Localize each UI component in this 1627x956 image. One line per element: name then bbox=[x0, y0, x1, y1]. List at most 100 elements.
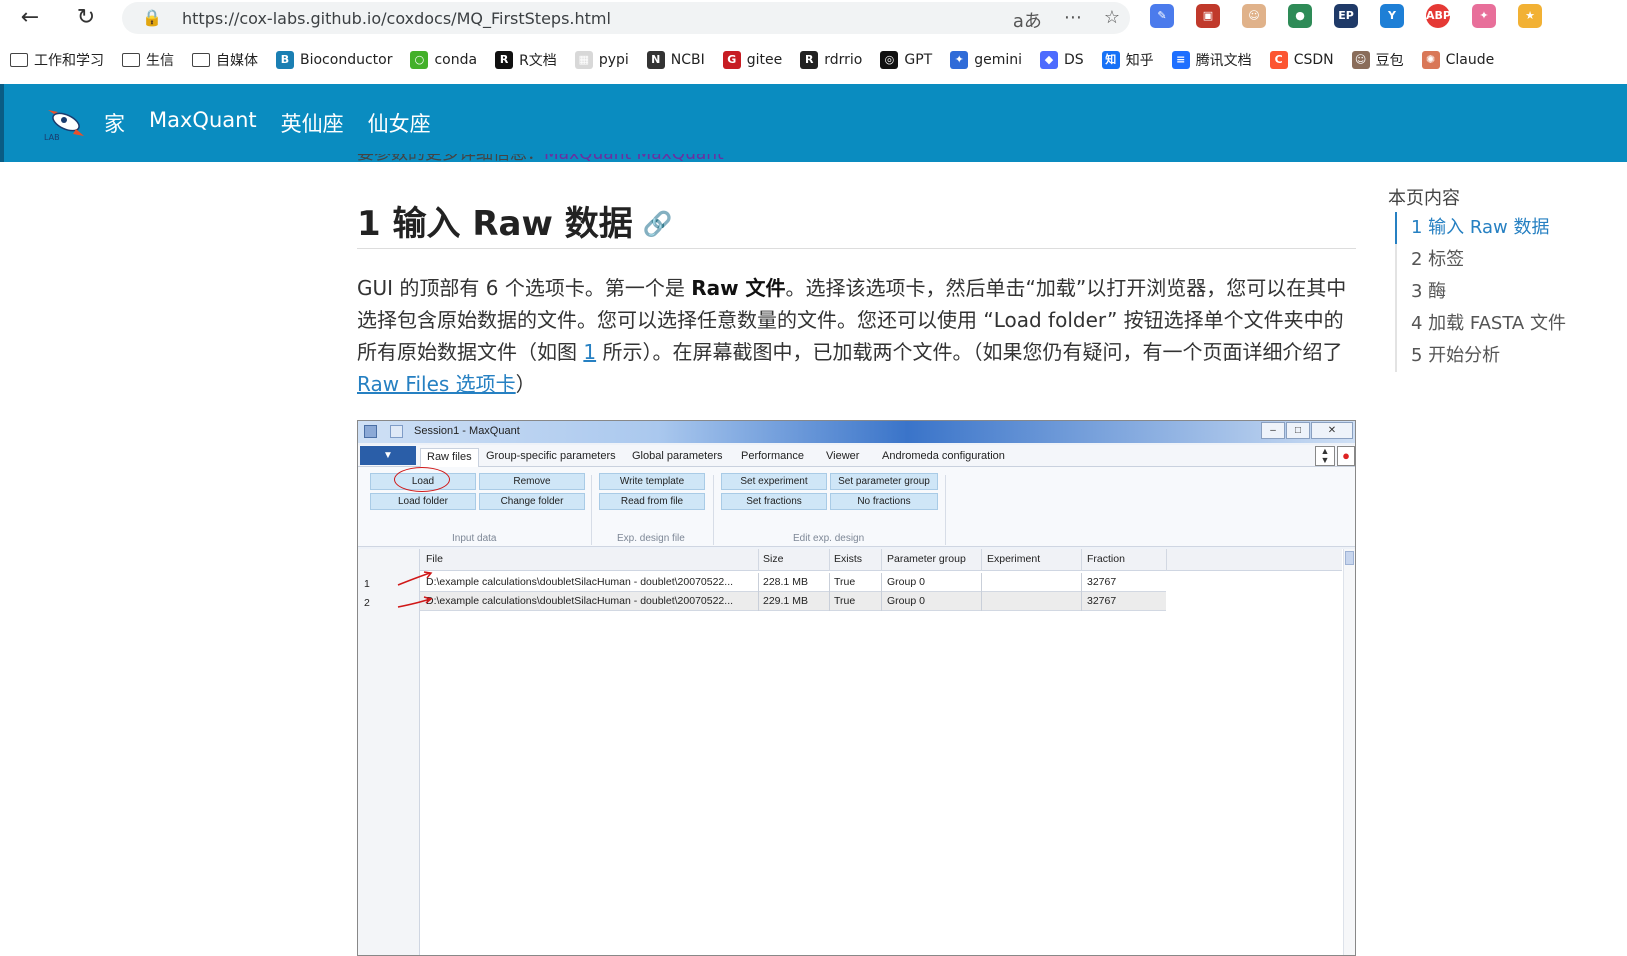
extension-icon[interactable]: EP bbox=[1334, 4, 1358, 28]
previous-line-link[interactable]: MaxQuant MaxQuant bbox=[544, 154, 724, 164]
bookmark-item[interactable]: ◆ DS bbox=[1040, 51, 1084, 69]
mq-col-separator bbox=[829, 549, 830, 571]
url-text[interactable]: https://cox-labs.github.io/coxdocs/MQ_Fi… bbox=[182, 9, 611, 28]
bookmark-item[interactable]: R R文档 bbox=[495, 50, 557, 70]
bookmark-label: Bioconductor bbox=[300, 52, 393, 68]
previous-line-cutoff: 要参数的更多详细信息：MaxQuant MaxQuant bbox=[357, 154, 724, 164]
nav-andromeda[interactable]: 仙女座 bbox=[368, 108, 431, 138]
translate-icon[interactable]: aあ bbox=[1013, 7, 1042, 33]
toc-item-start[interactable]: 5 开始分析 bbox=[1397, 340, 1566, 372]
toc-item-raw-data[interactable]: 1 输入 Raw 数据 bbox=[1397, 212, 1566, 244]
mq-group-input-data: Input data bbox=[452, 533, 497, 544]
bioconductor-icon: B bbox=[276, 51, 294, 69]
mq-group-edit-exp-design: Edit exp. design bbox=[793, 533, 865, 544]
bookmark-item[interactable]: N NCBI bbox=[646, 51, 705, 69]
bookmark-item[interactable]: C CSDN bbox=[1269, 51, 1334, 69]
star-icon[interactable]: ☆ bbox=[1104, 7, 1120, 33]
bookmark-item[interactable]: 自媒体 bbox=[192, 50, 258, 70]
extension-icon[interactable]: ☺ bbox=[1242, 4, 1266, 28]
mq-tab-andromeda: Andromeda configuration bbox=[882, 450, 1005, 462]
more-icon[interactable]: ⋯ bbox=[1064, 7, 1082, 33]
toc-item-enzyme[interactable]: 3 酶 bbox=[1397, 276, 1566, 308]
r-icon: R bbox=[495, 51, 514, 69]
bookmark-item[interactable]: ≡ 腾讯文档 bbox=[1171, 50, 1252, 70]
extension-icon[interactable]: ★ bbox=[1518, 4, 1542, 28]
toc-title: 本页内容 bbox=[1388, 188, 1460, 209]
figure-link[interactable]: 1 bbox=[583, 340, 596, 364]
mq-cell-group: Group 0 bbox=[887, 595, 925, 607]
bookmark-item[interactable]: 生信 bbox=[122, 50, 174, 70]
mq-raw-files-table: File Size Exists Parameter group Experim… bbox=[358, 549, 1355, 955]
lab-rocket-logo[interactable]: LAB bbox=[42, 106, 84, 142]
extension-icon[interactable]: ✦ bbox=[1472, 4, 1496, 28]
reload-icon[interactable]: ↻ bbox=[72, 4, 100, 32]
bookmark-item[interactable]: 知知乎 bbox=[1101, 50, 1154, 70]
address-bar[interactable]: 🔒 https://cox-labs.github.io/coxdocs/MQ_… bbox=[122, 2, 1130, 34]
link-icon[interactable]: 🔗 bbox=[643, 210, 673, 238]
mq-set-parameter-group-button: Set parameter group bbox=[830, 473, 938, 490]
bookmark-item[interactable]: ○ conda bbox=[410, 51, 477, 69]
close-icon: ✕ bbox=[1311, 422, 1353, 439]
red-annotation-circle bbox=[394, 467, 450, 492]
bookmark-item[interactable]: ✦ gemini bbox=[950, 51, 1022, 69]
mq-cell-size: 229.1 MB bbox=[763, 595, 808, 607]
gemini-icon: ✦ bbox=[950, 51, 969, 69]
bookmark-item[interactable]: ◎ GPT bbox=[880, 51, 932, 69]
bookmark-item[interactable]: Ggitee bbox=[722, 51, 782, 69]
mq-cell-exists: True bbox=[834, 576, 856, 588]
extension-icon[interactable]: ▣ bbox=[1196, 4, 1220, 28]
bookmark-label: conda bbox=[434, 52, 478, 68]
toc-active-marker bbox=[1395, 212, 1397, 244]
tencent-docs-icon: ≡ bbox=[1171, 51, 1190, 69]
maxquant-screenshot: Session1 - MaxQuant – □ ✕ ▼ Raw files Gr… bbox=[357, 420, 1356, 956]
bookmark-item[interactable]: Rrdrrio bbox=[800, 51, 862, 69]
red-annotation-arrow bbox=[397, 571, 433, 586]
bookmark-item[interactable]: ▦ pypi bbox=[574, 51, 629, 69]
red-annotation-arrow bbox=[397, 596, 433, 608]
mq-col-exists: Exists bbox=[834, 553, 863, 565]
mq-col-separator bbox=[1166, 549, 1167, 571]
mq-row-number: 1 bbox=[364, 578, 370, 590]
section-heading: 1 输入 Raw 数据 🔗 bbox=[357, 196, 673, 245]
mq-tab-viewer: Viewer bbox=[826, 450, 860, 462]
bookmark-item[interactable]: ✺ Claude bbox=[1421, 51, 1494, 69]
extension-icon[interactable]: ● bbox=[1288, 4, 1312, 28]
mq-cell-separator bbox=[758, 573, 759, 592]
nav-perseus[interactable]: 英仙座 bbox=[281, 108, 344, 138]
raw-files-tab-link[interactable]: Raw Files 选项卡 bbox=[357, 372, 516, 396]
ncbi-icon: N bbox=[646, 51, 665, 69]
bookmark-label: 自媒体 bbox=[216, 53, 258, 69]
lock-icon: 🔒 bbox=[142, 8, 162, 27]
bookmark-item[interactable]: 工作和学习 bbox=[10, 50, 104, 70]
nav-maxquant[interactable]: MaxQuant bbox=[149, 108, 257, 138]
mq-col-size: Size bbox=[763, 553, 784, 565]
bookmark-label: 腾讯文档 bbox=[1195, 53, 1252, 69]
toc-item-labels[interactable]: 2 标签 bbox=[1397, 244, 1566, 276]
mq-window-title: Session1 - MaxQuant bbox=[414, 425, 520, 437]
extension-icon[interactable]: ✎ bbox=[1150, 4, 1174, 28]
mq-col-parameter-group: Parameter group bbox=[887, 553, 966, 565]
zhihu-icon: 知 bbox=[1101, 51, 1120, 69]
logo-text: LAB bbox=[44, 133, 60, 142]
mq-cell-size: 228.1 MB bbox=[763, 576, 808, 588]
mq-no-fractions-button: No fractions bbox=[830, 493, 938, 510]
mq-col-fraction: Fraction bbox=[1087, 553, 1125, 565]
nav-home[interactable]: 家 bbox=[104, 108, 125, 138]
bookmark-item[interactable]: ☺ 豆包 bbox=[1351, 50, 1404, 70]
minimize-icon: – bbox=[1261, 422, 1285, 439]
mq-set-fractions-button: Set fractions bbox=[721, 493, 827, 510]
adblock-icon[interactable]: ABP bbox=[1426, 4, 1451, 28]
mq-col-experiment: Experiment bbox=[987, 553, 1041, 565]
back-icon[interactable]: ← bbox=[16, 4, 44, 32]
folder-icon bbox=[122, 53, 140, 67]
bookmark-label: GPT bbox=[904, 52, 933, 68]
extension-icon[interactable]: Y bbox=[1380, 4, 1404, 28]
toc-item-fasta[interactable]: 4 加载 FASTA 文件 bbox=[1397, 308, 1566, 340]
mq-app-icon bbox=[364, 425, 377, 438]
bookmark-item[interactable]: B Bioconductor bbox=[276, 51, 392, 69]
mq-remove-button: Remove bbox=[479, 473, 585, 490]
mq-title-bar: Session1 - MaxQuant – □ ✕ bbox=[358, 421, 1355, 443]
openai-icon: ◎ bbox=[880, 51, 899, 69]
r-icon: R bbox=[800, 51, 819, 69]
browser-toolbar: ← ↻ 🔒 https://cox-labs.github.io/coxdocs… bbox=[0, 0, 1627, 36]
